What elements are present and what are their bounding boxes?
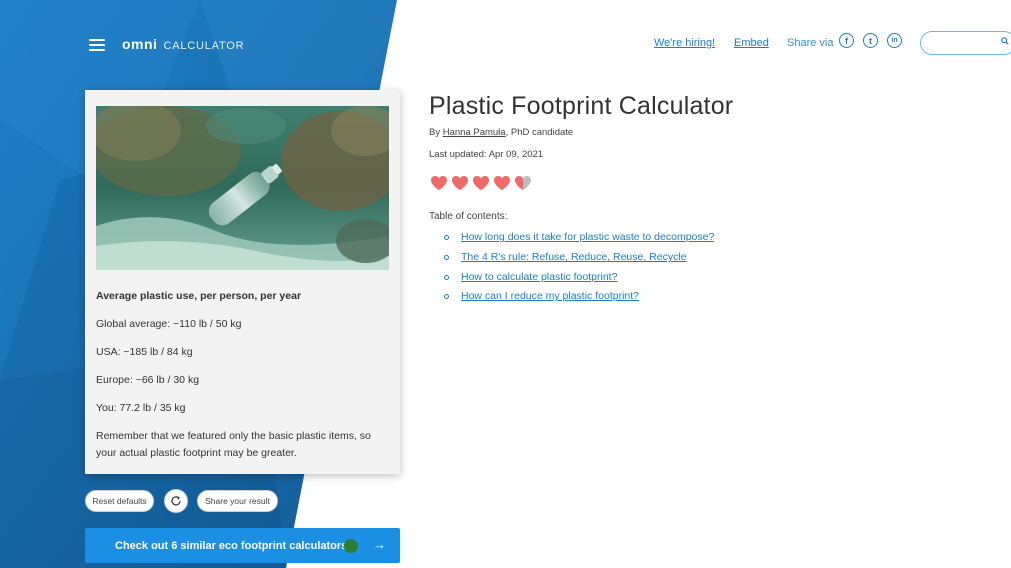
bullet-icon bbox=[444, 274, 449, 280]
share-via-label: Share via bbox=[787, 37, 834, 49]
search-input[interactable] bbox=[920, 31, 1011, 55]
omni-logo[interactable]: omni CALCULATOR bbox=[122, 36, 244, 52]
note-line-2: your actual plastic footprint may be gre… bbox=[96, 447, 297, 459]
logo-calculator-text: CALCULATOR bbox=[163, 40, 245, 52]
heart-icon[interactable] bbox=[430, 175, 448, 191]
heart-icon[interactable] bbox=[472, 175, 490, 191]
facebook-icon[interactable]: f bbox=[839, 33, 854, 48]
note-line-1: Remember that we featured only the basic… bbox=[96, 430, 371, 442]
last-updated: Last updated: Apr 09, 2021 bbox=[429, 149, 544, 160]
toc-item[interactable]: The 4 R's rule: Refuse, Reduce, Reuse, R… bbox=[444, 251, 687, 263]
facebook-glyph: f bbox=[845, 35, 848, 46]
recycle-icon bbox=[344, 539, 358, 553]
toc-label: Table of contents: bbox=[429, 211, 508, 222]
stat-usa: USA: ~185 lb / 84 kg bbox=[96, 346, 193, 358]
twitter-glyph: t bbox=[869, 35, 872, 46]
heart-icon[interactable] bbox=[451, 175, 469, 191]
stat-you: You: 77.2 lb / 35 kg bbox=[96, 402, 186, 414]
reset-defaults-button[interactable]: Reset defaults bbox=[85, 490, 154, 512]
search-icon[interactable] bbox=[1001, 37, 1009, 45]
author-link[interactable]: Hanna Pamuła bbox=[443, 127, 506, 138]
embed-link[interactable]: Embed bbox=[734, 37, 769, 49]
hiring-link[interactable]: We're hiring! bbox=[654, 37, 715, 49]
bullet-icon bbox=[444, 254, 449, 260]
plastic-use-heading: Average plastic use, per person, per yea… bbox=[96, 290, 302, 302]
rating-hearts[interactable] bbox=[430, 175, 532, 191]
cta-label: Check out 6 similar eco footprint calcul… bbox=[115, 539, 348, 552]
author-title: , PhD candidate bbox=[505, 127, 574, 138]
byline-prefix: By bbox=[429, 127, 443, 138]
arrow-right-icon: → bbox=[373, 537, 386, 552]
toc-link-calculate[interactable]: How to calculate plastic footprint? bbox=[461, 271, 617, 283]
linkedin-icon[interactable]: in bbox=[887, 33, 902, 48]
underwater-plastic-bottle-image bbox=[96, 106, 389, 270]
twitter-icon[interactable]: t bbox=[863, 33, 878, 48]
reload-icon[interactable] bbox=[164, 489, 188, 513]
toc-item[interactable]: How can I reduce my plastic footprint? bbox=[444, 290, 639, 302]
bullet-icon bbox=[444, 234, 449, 240]
similar-calculators-button[interactable]: Check out 6 similar eco footprint calcul… bbox=[85, 528, 400, 563]
toc-item[interactable]: How long does it take for plastic waste … bbox=[444, 231, 714, 243]
toc-link-4rs[interactable]: The 4 R's rule: Refuse, Reduce, Reuse, R… bbox=[461, 251, 687, 263]
page-title: Plastic Footprint Calculator bbox=[429, 92, 734, 120]
toc-item[interactable]: How to calculate plastic footprint? bbox=[444, 271, 617, 283]
bullet-icon bbox=[444, 293, 449, 299]
linkedin-glyph: in bbox=[891, 37, 898, 44]
heart-icon[interactable] bbox=[514, 175, 532, 191]
reload-glyph bbox=[171, 496, 181, 506]
share-result-button[interactable]: Share your result bbox=[197, 490, 278, 512]
toc-link-decompose[interactable]: How long does it take for plastic waste … bbox=[461, 231, 714, 243]
hamburger-menu-icon[interactable] bbox=[89, 39, 105, 51]
stat-europe: Europe: ~66 lb / 30 kg bbox=[96, 374, 200, 386]
stat-global: Global average: ~110 lb / 50 kg bbox=[96, 318, 242, 330]
byline: By Hanna Pamuła, PhD candidate bbox=[429, 127, 573, 138]
toc-link-reduce[interactable]: How can I reduce my plastic footprint? bbox=[461, 290, 639, 302]
heart-icon[interactable] bbox=[493, 175, 511, 191]
logo-omni-text: omni bbox=[122, 36, 158, 52]
